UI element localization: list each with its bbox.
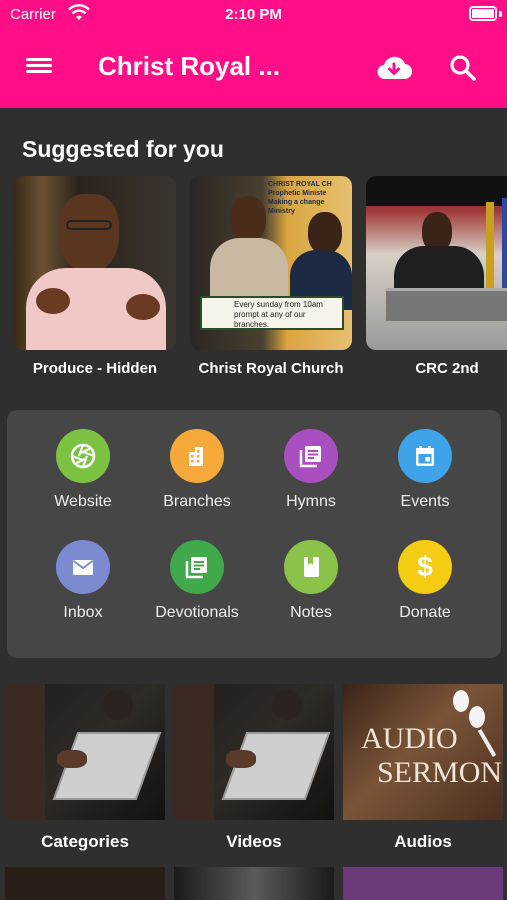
tile-partial[interactable] <box>343 867 503 900</box>
status-time: 2:10 PM <box>225 6 282 23</box>
menu-label: Events <box>400 493 450 510</box>
tile-audios[interactable]: AUDIO SERMONS Audios <box>343 684 503 852</box>
menu-events[interactable]: Events <box>370 429 480 511</box>
suggested-title: Suggested for you <box>22 136 224 162</box>
status-bar: Carrier 2:10 PM <box>0 4 507 28</box>
menu-label: Donate <box>399 604 451 621</box>
tile-partial[interactable] <box>5 867 165 900</box>
audio-art-text: AUDIO <box>361 722 458 755</box>
menu-label: Notes <box>290 604 332 621</box>
menu-icon[interactable] <box>24 55 54 83</box>
app-bar: Carrier 2:10 PM Christ Royal ... <box>0 0 507 108</box>
suggested-item-label: CRC 2nd <box>415 360 479 377</box>
video-thumbnail: CHRIST ROYAL CH Prophetic Ministe Making a… <box>190 176 352 350</box>
cloud-download-icon[interactable] <box>375 53 413 83</box>
menu-label: Inbox <box>63 604 103 621</box>
tile-label: Videos <box>226 832 282 851</box>
menu-inbox[interactable]: Inbox <box>28 540 138 622</box>
suggested-item-label: Produce - Hidden <box>32 360 158 377</box>
menu-label: Devotionals <box>155 604 239 621</box>
menu-label: Hymns <box>286 493 336 510</box>
more-tiles-row <box>5 867 505 900</box>
building-icon <box>170 429 224 483</box>
suggested-item-christ-royal-church[interactable]: CHRIST ROYAL CH Prophetic Ministe Making a… <box>190 176 352 377</box>
search-icon[interactable] <box>448 53 478 83</box>
tile-videos[interactable]: Videos <box>174 684 334 852</box>
suggested-carousel[interactable]: Produce - Hidden CHRIST ROYAL CH Propheti… <box>0 176 507 386</box>
menu-label: Branches <box>163 493 231 510</box>
suggested-item-produce-hidden[interactable]: Produce - Hidden <box>14 176 176 377</box>
video-thumbnail <box>14 176 176 350</box>
video-thumbnail <box>366 176 507 350</box>
tile-image <box>5 684 165 820</box>
tile-partial[interactable] <box>174 867 334 900</box>
tile-label: Audios <box>394 832 452 851</box>
menu-branches[interactable]: Branches <box>142 429 252 511</box>
tile-image: AUDIO SERMONS <box>343 684 503 820</box>
menu-grid: Website Branches Hymns Events Inbox Devo… <box>7 410 501 658</box>
menu-website[interactable]: Website <box>28 429 138 511</box>
suggested-item-crc-2nd[interactable]: CRC 2nd <box>366 176 507 377</box>
tile-label: Categories <box>41 832 129 851</box>
battery-icon <box>469 6 497 21</box>
app-title: Christ Royal ... <box>98 51 281 81</box>
category-tiles: Categories Videos AUDIO SERMONS Audios <box>5 684 505 854</box>
menu-notes[interactable]: Notes <box>256 540 366 622</box>
library-books-icon <box>284 429 338 483</box>
library-books-icon <box>170 540 224 594</box>
menu-hymns[interactable]: Hymns <box>256 429 366 511</box>
tile-categories[interactable]: Categories <box>5 684 165 852</box>
envelope-icon <box>56 540 110 594</box>
suggested-item-label: Christ Royal Church <box>198 360 344 377</box>
book-icon <box>284 540 338 594</box>
aperture-icon <box>56 429 110 483</box>
menu-label: Website <box>54 493 112 510</box>
calendar-icon <box>398 429 452 483</box>
sermons-art-text: SERMONS <box>377 756 503 789</box>
menu-devotionals[interactable]: Devotionals <box>142 540 252 622</box>
menu-donate[interactable]: $ Donate <box>370 540 480 622</box>
tile-image <box>174 684 334 820</box>
dollar-icon: $ <box>398 540 452 594</box>
church-banner: Every sunday from 10am prompt at any of … <box>200 296 344 330</box>
